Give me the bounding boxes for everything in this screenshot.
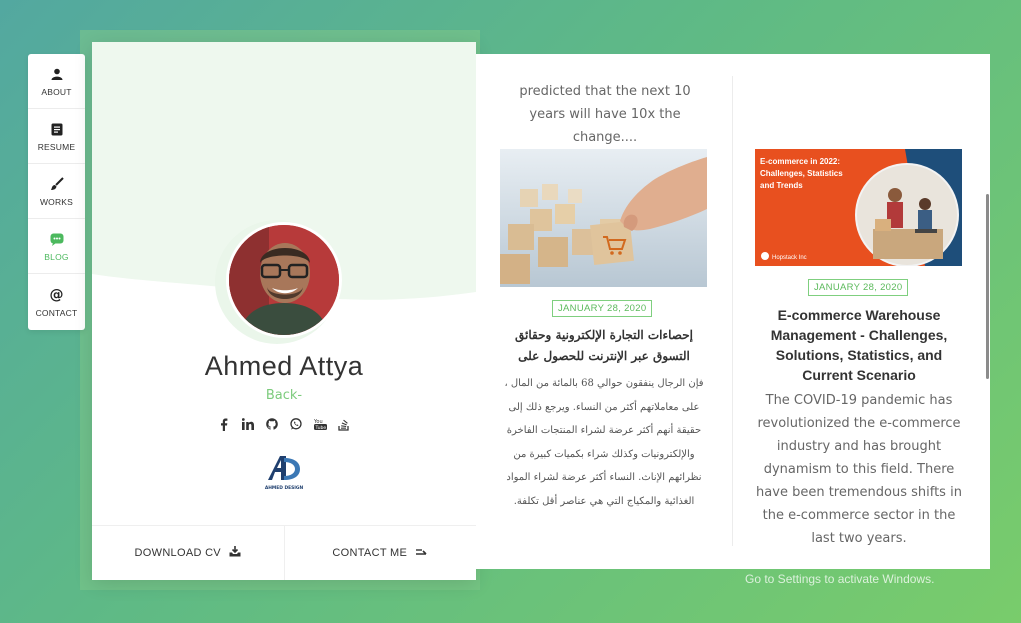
profile-subtitle: Back- [265, 388, 303, 403]
download-cv-label: DOWNLOAD CV [134, 547, 221, 559]
side-menu: ABOUT RESUME WORKS BLOG @ CONTACT [28, 54, 85, 330]
facebook-icon[interactable] [217, 417, 231, 431]
column-divider [732, 76, 733, 546]
avatar [226, 222, 342, 338]
at-icon: @ [49, 286, 64, 303]
post1-thumbnail[interactable] [500, 149, 707, 287]
linkedin-icon[interactable] [241, 417, 255, 431]
watermark-line2: Go to Settings to activate Windows. [745, 572, 935, 586]
scrollbar-thumb[interactable] [986, 194, 989, 379]
stackoverflow-icon[interactable] [337, 417, 351, 431]
youtube-icon[interactable]: You Tube [313, 417, 327, 431]
chat-icon [50, 230, 64, 248]
svg-text:Hopstack Inc: Hopstack Inc [772, 255, 807, 261]
whatsapp-icon[interactable] [289, 417, 303, 431]
download-cv-button[interactable]: DOWNLOAD CV [92, 526, 284, 580]
menu-label: ABOUT [41, 87, 72, 97]
svg-text:AHMED DESIGN: AHMED DESIGN [265, 485, 304, 491]
post2-thumbnail[interactable]: E-commerce in 2022: Challenges, Statisti… [755, 149, 962, 266]
brush-icon [50, 175, 64, 193]
user-icon [51, 65, 63, 83]
post2-excerpt: The COVID-19 pandemic has revolutionized… [756, 393, 962, 546]
windows-activation-watermark: Activate Windows Go to Settings to activ… [745, 548, 934, 586]
menu-item-blog[interactable]: BLOG [28, 219, 85, 274]
previous-post-excerpt: predicted that the next 10 years will ha… [519, 84, 691, 145]
social-links: You Tube [92, 417, 476, 431]
resume-icon [51, 120, 63, 138]
post2-title[interactable]: E-commerce Warehouse Management - Challe… [754, 305, 964, 385]
contact-me-button[interactable]: CONTACT ME [283, 526, 477, 580]
post1-excerpt: فإن الرجال ينفقون حوالي 68 بالمائة من ال… [504, 378, 704, 507]
menu-label: WORKS [39, 197, 74, 207]
post1-title[interactable]: إحصاءات التجارة الإلكترونية وحقائق التسو… [498, 325, 710, 367]
menu-label: CONTACT [35, 307, 78, 318]
svg-text:Tube: Tube [314, 425, 326, 430]
profile-name: Ahmed Attya [204, 351, 364, 381]
menu-item-about[interactable]: ABOUT [28, 54, 85, 109]
contact-me-label: CONTACT ME [332, 547, 408, 559]
menu-item-works[interactable]: WORKS [28, 164, 85, 219]
blog-panel: predicted that the next 10 years will ha… [476, 54, 990, 569]
watermark-line1: Activate Windows [745, 548, 895, 569]
profile-card: Ahmed Attya Back- You Tube AHMED DESIGN D… [92, 42, 476, 580]
menu-label: RESUME [37, 142, 76, 152]
menu-item-contact[interactable]: @ CONTACT [28, 274, 85, 329]
send-arrow-icon [415, 547, 428, 559]
brand-logo: AHMED DESIGN [262, 450, 306, 494]
menu-label: BLOG [44, 252, 69, 262]
post1-date: JANUARY 28, 2020 [552, 300, 653, 317]
post2-date: JANUARY 28, 2020 [808, 279, 909, 296]
menu-item-resume[interactable]: RESUME [28, 109, 85, 164]
github-icon[interactable] [265, 417, 279, 431]
download-icon [229, 546, 241, 560]
card-actions: DOWNLOAD CV CONTACT ME [92, 525, 476, 580]
